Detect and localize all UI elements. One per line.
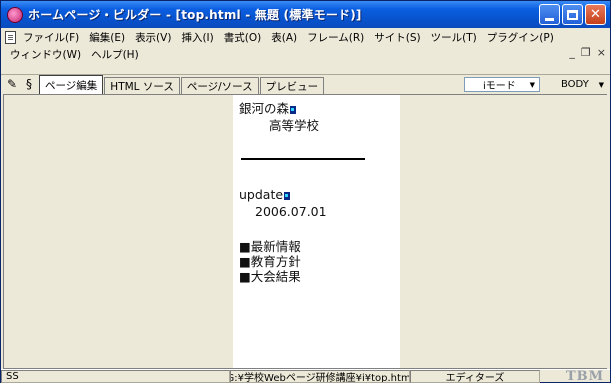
menu-view[interactable]: 表示(V) xyxy=(130,30,176,45)
school-name-line2[interactable]: 高等学校 xyxy=(269,115,319,134)
menu-link-results[interactable]: ■大会結果 xyxy=(239,266,301,285)
minimize-icon xyxy=(545,17,554,21)
update-label[interactable]: update xyxy=(239,187,291,202)
update-date[interactable]: 2006.07.01 xyxy=(255,204,327,219)
status-left: SS xyxy=(1,370,230,383)
style-icon[interactable]: § xyxy=(22,77,36,91)
document-icon[interactable] xyxy=(5,30,16,44)
menu-bar-row2: ウィンドウ(W) ヘルプ(H) _ ❐ × xyxy=(1,46,610,63)
menu-site[interactable]: サイト(S) xyxy=(369,30,425,45)
doc-minimize-icon[interactable]: _ xyxy=(569,46,575,59)
close-button[interactable]: ✕ xyxy=(585,4,606,25)
menu-file[interactable]: ファイル(F) xyxy=(18,30,84,45)
menu-help[interactable]: ヘルプ(H) xyxy=(86,47,144,62)
menu-window[interactable]: ウィンドウ(W) xyxy=(5,47,86,62)
menu-edit[interactable]: 編集(E) xyxy=(84,30,130,45)
tab-page-edit[interactable]: ページ編集 xyxy=(39,75,104,94)
menu-plugin[interactable]: プラグイン(P) xyxy=(482,30,559,45)
status-file-path: G:¥学校Webページ研修講座¥i¥top.html xyxy=(230,370,410,383)
close-icon: ✕ xyxy=(590,7,601,22)
status-logo-cell: TBM xyxy=(540,370,608,383)
menu-tools[interactable]: ツール(T) xyxy=(426,30,482,45)
app-icon[interactable] xyxy=(7,6,23,23)
school-name-text: 銀河の森 xyxy=(239,101,290,116)
pen-icon[interactable]: ✎ xyxy=(5,77,19,91)
title-bar[interactable]: ホームページ・ビルダー - [top.html - 無題 (標準モード)] ✕ xyxy=(1,1,610,28)
tab-page-source[interactable]: ページ/ソース xyxy=(180,77,259,94)
line-break-icon xyxy=(284,192,291,200)
chevron-down-icon: ▼ xyxy=(529,80,535,89)
menu-table[interactable]: 表(A) xyxy=(266,30,302,45)
horizontal-rule[interactable] xyxy=(241,158,365,160)
minimize-button[interactable] xyxy=(539,4,560,25)
chevron-down-icon: ▼ xyxy=(598,80,604,89)
tab-preview[interactable]: プレビュー xyxy=(259,77,325,94)
menu-insert[interactable]: 挿入(I) xyxy=(176,30,218,45)
window-title: ホームページ・ビルダー - [top.html - 無題 (標準モード)] xyxy=(28,8,362,22)
mode-dropdown-value: iモード xyxy=(483,81,516,92)
line-break-icon xyxy=(290,106,297,114)
mode-dropdown[interactable]: iモード ▼ xyxy=(464,77,540,92)
menu-frame[interactable]: フレーム(R) xyxy=(302,30,369,45)
tbm-logo: TBM xyxy=(565,370,604,383)
page-preview[interactable]: 銀河の森 高等学校 update 2006.07.01 ■最新情報 ■教育方針 … xyxy=(233,95,400,368)
status-editor: エディターズ xyxy=(410,370,540,383)
menu-format[interactable]: 書式(O) xyxy=(219,30,266,45)
tab-html-source[interactable]: HTML ソース xyxy=(104,77,180,94)
status-bar: SS G:¥学校Webページ研修講座¥i¥top.html エディターズ TBM xyxy=(1,369,610,383)
doc-restore-icon[interactable]: ❐ xyxy=(581,46,591,59)
tag-dropdown-value: BODY xyxy=(561,79,589,90)
maximize-icon xyxy=(567,9,578,20)
menu-bar: ファイル(F) 編集(E) 表示(V) 挿入(I) 書式(O) 表(A) フレー… xyxy=(1,28,610,46)
tag-dropdown[interactable]: BODY ▼ xyxy=(543,77,607,92)
maximize-button[interactable] xyxy=(562,4,583,25)
update-text: update xyxy=(239,187,284,202)
view-tab-bar: ✎ § ページ編集 HTML ソース ページ/ソース プレビュー iモード ▼ … xyxy=(1,74,610,94)
editor-canvas[interactable]: 銀河の森 高等学校 update 2006.07.01 ■最新情報 ■教育方針 … xyxy=(3,94,607,369)
doc-close-icon[interactable]: × xyxy=(597,46,606,59)
app-window: ホームページ・ビルダー - [top.html - 無題 (標準モード)] ✕ … xyxy=(0,0,611,383)
